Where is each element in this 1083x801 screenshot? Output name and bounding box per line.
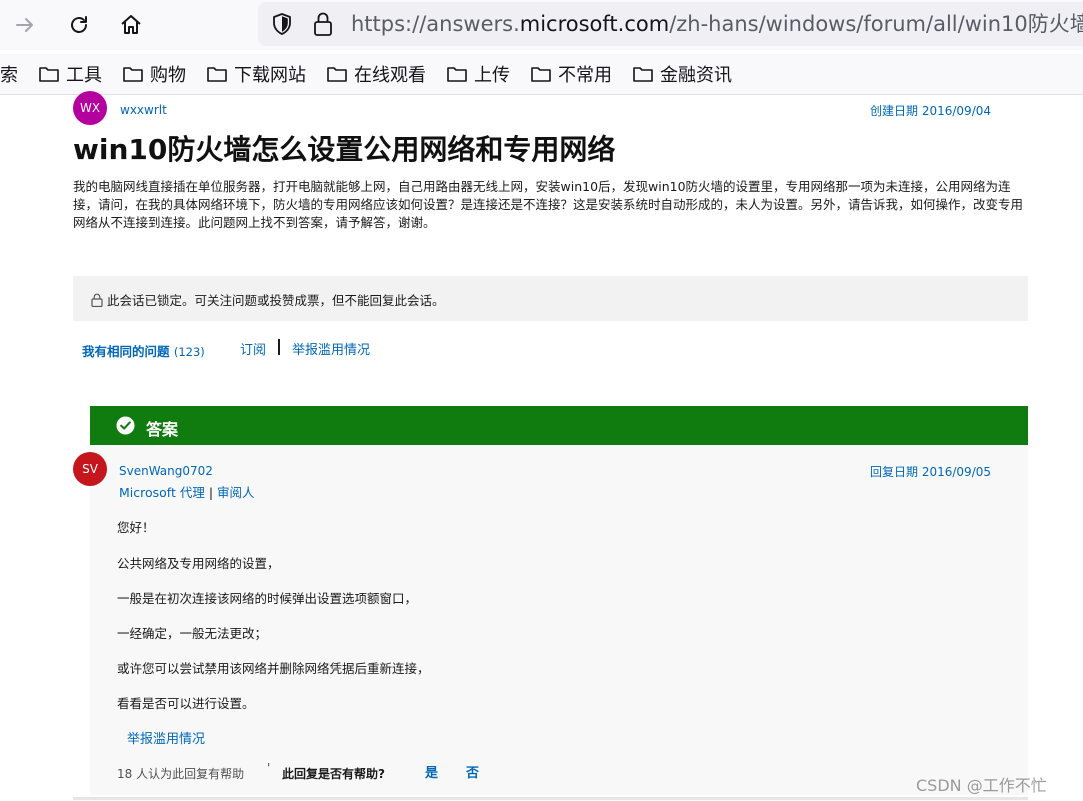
locked-notice: 此会话已锁定。可关注问题或投赞成票，但不能回复此会话。 <box>73 276 1028 321</box>
folder-icon <box>633 67 653 82</box>
bookmark-folder[interactable]: 金融资讯 <box>632 60 732 88</box>
arrow-right-icon <box>16 18 33 32</box>
reply-text-line: 看看是否可以进行设置。 <box>117 696 255 711</box>
answer-header: 答案 <box>90 406 1028 445</box>
locked-message: 此会话已锁定。可关注问题或投赞成票，但不能回复此会话。 <box>107 293 445 308</box>
reply-date-value: 2016/09/05 <box>921 465 992 479</box>
answer-author-role: Microsoft 代理 | 审阅人 <box>119 482 255 501</box>
reply-text-line: 公共网络及专用网络的设置， <box>117 556 280 571</box>
bookmark-folder[interactable]: 下载网站 <box>206 60 306 88</box>
role-agent[interactable]: Microsoft 代理 <box>119 485 205 500</box>
lock-icon[interactable] <box>312 11 334 37</box>
browser-toolbar: https://answers.microsoft.com/zh-hans/wi… <box>0 0 1083 50</box>
page-root: https://answers.microsoft.com/zh-hans/wi… <box>0 0 1083 801</box>
answer-report-abuse-link[interactable]: 举报滥用情况 <box>127 728 205 747</box>
author-name-link[interactable]: wxxwrlt <box>120 103 167 117</box>
created-label: 创建日期 <box>870 104 919 118</box>
check-circle-icon <box>116 416 135 435</box>
bookmark-label: 购物 <box>150 65 186 86</box>
bookmark-folder[interactable]: 上传 <box>446 60 510 88</box>
url-host: microsoft.com <box>519 12 670 36</box>
role-reviewer[interactable]: 审阅人 <box>217 485 255 500</box>
same-question-label: 我有相同的问题 <box>82 344 170 359</box>
back-button[interactable] <box>8 8 42 42</box>
folder-icon <box>123 67 143 82</box>
url-prefix: https://answers. <box>351 12 520 36</box>
created-date: 创建日期 2016/09/04 <box>870 102 991 119</box>
answer-author-avatar[interactable]: SV <box>73 452 107 486</box>
report-abuse-link[interactable]: 举报滥用情况 <box>292 339 370 358</box>
folder-icon <box>39 67 59 82</box>
role-separator: | <box>208 485 214 500</box>
helpful-no-button[interactable]: 否 <box>466 762 479 781</box>
answer-author-link[interactable]: SvenWang0702 <box>119 464 213 478</box>
reply-text-line: 您好！ <box>117 520 155 535</box>
subscribe-link[interactable]: 订阅 <box>240 339 266 358</box>
home-button[interactable] <box>114 8 148 42</box>
reload-button[interactable] <box>62 8 96 42</box>
bookmark-folder[interactable]: 在线观看 <box>326 60 426 88</box>
question-body: 我的电脑网线直接插在单位服务器，打开电脑就能够上网，自己用路由器无线上网，安装w… <box>73 179 1024 230</box>
url-text[interactable]: https://answers.microsoft.com/zh-hans/wi… <box>351 10 1083 38</box>
section-divider <box>73 797 1028 800</box>
reply-text-line: 一经确定，一般无法更改； <box>117 626 268 641</box>
url-path: /zh-hans/windows/forum/all/win10防火墙怎 <box>669 12 1083 36</box>
helpful-yes-button[interactable]: 是 <box>425 762 438 781</box>
question-title: win10防火墙怎么设置公用网络和专用网络 <box>73 133 616 166</box>
action-divider <box>278 339 280 355</box>
csdn-watermark: CSDN @工作不忙 <box>916 776 1047 795</box>
bookmark-item[interactable]: 索 <box>0 60 18 88</box>
folder-icon <box>447 67 467 82</box>
bookmark-label: 不常用 <box>558 65 612 86</box>
author-avatar[interactable]: WX <box>73 91 107 125</box>
bookmark-label: 工具 <box>66 65 102 86</box>
folder-icon <box>531 67 551 82</box>
bookmark-folder[interactable]: 不常用 <box>530 60 612 88</box>
bookmarks-bar: 索 工具 购物 下载网站 在线观看 上传 不常用 金融资讯 <box>0 54 1083 95</box>
shield-icon[interactable] <box>270 12 294 36</box>
bookmark-label: 下载网站 <box>234 65 306 86</box>
created-date-value: 2016/09/04 <box>921 104 992 118</box>
helpful-separator: ' <box>267 761 271 775</box>
reply-text-line: 一般是在初次连接该网络的时候弹出设置选项额窗口， <box>117 591 418 606</box>
bookmark-label: 在线观看 <box>354 65 426 86</box>
folder-icon <box>327 67 347 82</box>
reload-icon <box>71 16 87 33</box>
locked-text-row: 此会话已锁定。可关注问题或投赞成票，但不能回复此会话。 <box>91 290 445 309</box>
bookmark-folder[interactable]: 购物 <box>122 60 186 88</box>
bookmark-label: 金融资讯 <box>660 65 732 86</box>
helpful-count: 18 人认为此回复有帮助 <box>117 767 245 781</box>
reply-text-line: 或许您可以尝试禁用该网络并删除网络凭据后重新连接， <box>117 661 430 676</box>
home-icon <box>121 15 141 34</box>
bookmark-label: 上传 <box>474 65 510 86</box>
same-question-count: (123) <box>173 345 205 359</box>
reply-label: 回复日期 <box>870 465 919 479</box>
bookmark-label: 索 <box>0 65 18 86</box>
same-question-button[interactable]: 我有相同的问题 (123) <box>82 341 205 360</box>
lock-small-icon <box>91 293 103 307</box>
reply-date: 回复日期 2016/09/05 <box>870 463 991 480</box>
bookmark-folder[interactable]: 工具 <box>38 60 102 88</box>
folder-icon <box>207 67 227 82</box>
helpful-question: 此回复是否有帮助? <box>282 767 385 781</box>
answer-label: 答案 <box>146 420 179 439</box>
